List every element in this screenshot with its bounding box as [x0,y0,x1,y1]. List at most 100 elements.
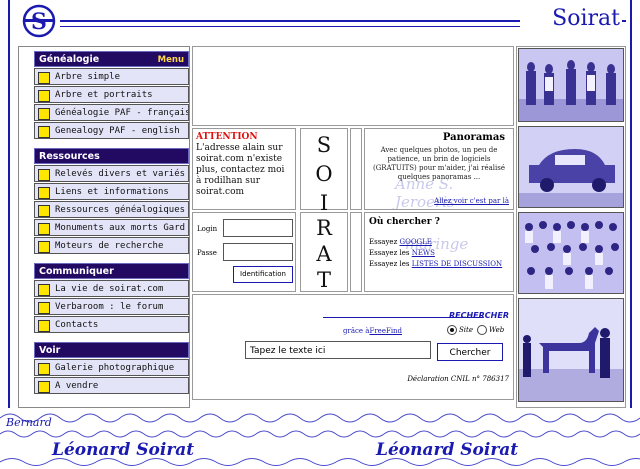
vertical-soi-box: SOI [300,128,348,215]
google-link[interactable]: GOOGLE [399,238,431,246]
menu-item[interactable]: Généalogie PAF - français [34,104,189,121]
spacer-box-1 [350,128,362,210]
menu-item[interactable]: La vie de soirat.com [34,280,189,297]
news-link[interactable]: NEWS [412,249,435,257]
photo-family-group [518,48,624,122]
menu-item-label: Verbaroom : le forum [55,302,164,312]
menu-item[interactable]: Monuments aux morts Gard [34,219,189,236]
menu-item-label: A vendre [55,381,99,391]
logo-icon: S [22,4,56,38]
menu-item-label: Galerie photographique [55,363,175,373]
bullet-square-icon [38,320,50,332]
menu-item[interactable]: Arbre et portraits [34,86,189,103]
photo-donkey-drawing [519,299,623,401]
panoramas-link[interactable]: Allez voir c'est par là [434,197,509,205]
menu-item-label: Monuments aux morts Gard [55,223,186,233]
bullet-square-icon [38,126,50,138]
menu-item-label: La vie de soirat.com [55,284,164,294]
menu-item[interactable]: Galerie photographique [34,359,189,376]
menu-section-header: Ressources [34,148,189,164]
bullet-square-icon [38,302,50,314]
attention-content: ATTENTION L'adresse alain sur soirat.com… [193,129,295,201]
menu-item[interactable]: Genealogy PAF - english [34,122,189,139]
password-label: Passe [197,249,217,257]
menu-gap [34,139,189,145]
menu-toggle-label[interactable]: Menu [158,52,184,68]
menu-item-label: Moteurs de recherche [55,241,164,251]
left-menu: Généalogie Menu Arbre simple Arbre et portr… [34,48,189,394]
menu-item-label: Contacts [55,320,99,330]
menu-section-label: Voir [39,345,61,356]
freefind-link[interactable]: FreeFind [369,327,402,335]
login-box: Login Passe Identification [192,212,296,292]
ou-chercher-box: maringe Où chercher ? Essayez GOOGLE Ess… [364,212,514,292]
menu-section-label: Généalogie [39,54,100,65]
attention-heading: ATTENTION [196,132,258,142]
news-prefix: Essayez les [369,249,412,257]
menu-section-label: Ressources [39,151,100,162]
menu-item[interactable]: Moteurs de recherche [34,237,189,254]
radio-site-label: Site [459,326,473,334]
bullet-square-icon [38,241,50,253]
lists-link[interactable]: LISTES DE DISCUSSION [412,260,502,268]
menu-item[interactable]: Arbre simple [34,68,189,85]
bullet-square-icon [38,187,50,199]
login-button[interactable]: Identification [233,266,293,283]
powered-prefix: grâce à [343,327,370,335]
bullet-square-icon [38,90,50,102]
photo-crowd [518,212,624,294]
signature-right: Léonard Soirat [376,440,519,460]
bullet-square-icon [38,363,50,375]
search-box: RECHERCHER grâce àFreeFind Site Web Tape… [192,294,514,400]
menu-item[interactable]: Liens et informations [34,183,189,200]
menu-item-label: Relevés divers et variés [55,169,186,179]
header-rule-end [622,20,626,22]
password-input[interactable] [223,243,293,261]
bullet-square-icon [38,223,50,235]
attention-text: L'adresse alain sur soirat.com n'existe … [196,143,285,197]
radio-site[interactable] [447,325,457,335]
top-banner-box [192,46,514,126]
radio-web-label: Web [489,326,505,334]
menu-item-label: Arbre simple [55,72,121,82]
site-title: Soirat [552,6,620,31]
vertical-letter: A [316,242,332,266]
header: S Soirat [10,0,634,42]
search-button[interactable]: Chercher [437,343,503,361]
login-input[interactable] [223,219,293,237]
menu-item-label: Généalogie PAF - français [55,108,189,118]
radio-web[interactable] [477,325,487,335]
vertical-letters-bottom: RAT [301,213,347,293]
vertical-letters-top: SOI [301,129,347,218]
vertical-rat-box: RAT [300,212,348,292]
header-rule-thin [60,26,520,27]
ou-chercher-lines: Essayez GOOGLE Essayez les NEWS Essayez … [365,227,513,270]
photo-old-car-drawing [519,127,623,207]
menu-item[interactable]: Relevés divers et variés [34,165,189,182]
photo-crowd-drawing [519,213,623,293]
menu-item-label: Liens et informations [55,187,169,197]
ou-chercher-title: Où chercher ? [369,217,440,227]
menu-item[interactable]: Verbaroom : le forum [34,298,189,315]
panoramas-box: Anne S. Jeroeris Panoramas Avec quelques… [364,128,514,210]
photo-old-car [518,126,624,208]
menu-item[interactable]: Contacts [34,316,189,333]
login-label: Login [197,225,218,233]
menu-item[interactable]: A vendre [34,377,189,394]
panoramas-title: Panoramas [442,132,505,143]
menu-item[interactable]: Ressources généalogiques [34,201,189,218]
bullet-square-icon [38,284,50,296]
google-prefix: Essayez [369,238,400,246]
page-frame: S Soirat Généalogie Menu Arbre simple Arbre… [8,0,632,408]
panoramas-text: Avec quelques photos, un peu de patience… [372,146,506,181]
attention-box: ATTENTION L'adresse alain sur soirat.com… [192,128,296,210]
vertical-letter: T [316,268,331,292]
bullet-square-icon [38,72,50,84]
bullet-square-icon [38,381,50,393]
spacer-box-2 [350,212,362,292]
cnil-declaration: Déclaration CNIL n° 786317 [407,375,509,383]
search-input[interactable]: Tapez le texte ici [245,341,431,359]
search-header: RECHERCHER [448,311,509,320]
powered-by: grâce àFreeFind [343,327,402,335]
menu-item-label: Genealogy PAF - english [55,126,180,136]
